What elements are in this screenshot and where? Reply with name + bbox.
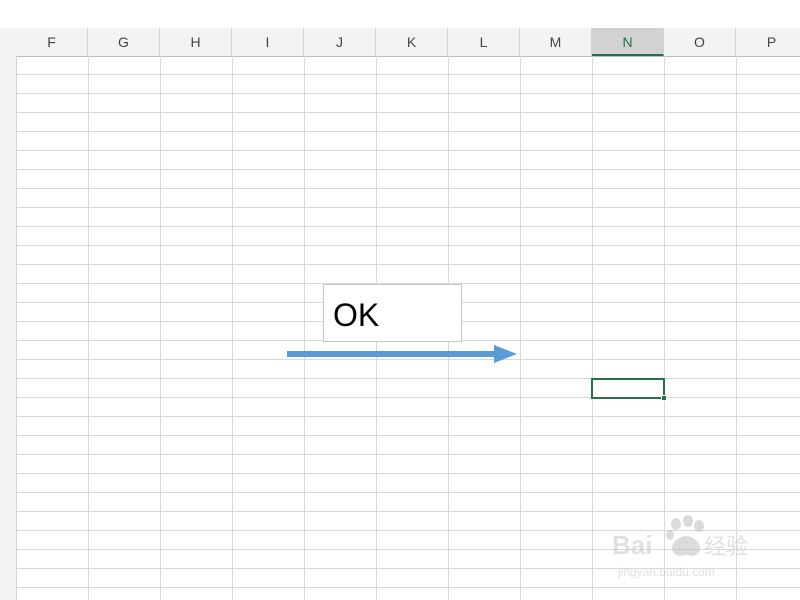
column-header-k[interactable]: K [376,28,448,56]
column-header-f[interactable]: F [16,28,88,56]
fill-handle[interactable] [661,395,667,401]
column-header-i[interactable]: I [232,28,304,56]
column-header-p[interactable]: P [736,28,800,56]
column-header-j[interactable]: J [304,28,376,56]
column-header-o[interactable]: O [664,28,736,56]
svg-text:jingyan.baidu.com: jingyan.baidu.com [617,565,715,579]
right-arrow-shape[interactable] [284,340,524,368]
ok-text-box[interactable]: OK [323,284,462,342]
column-header-g[interactable]: G [88,28,160,56]
column-header-l[interactable]: L [448,28,520,56]
column-header-m[interactable]: M [520,28,592,56]
svg-text:经验: 经验 [704,535,748,560]
svg-text:Bai: Bai [612,530,652,560]
column-header-h[interactable]: H [160,28,232,56]
column-header-n[interactable]: N [592,28,664,56]
active-cell-n[interactable] [591,378,665,399]
formula-bar-area [0,0,800,29]
baidu-jingyan-watermark-logo: Bai 经验 jingyan.baidu.com [612,515,748,579]
column-header-row: F G H I J K L M N O P [0,28,800,57]
ok-text-box-label: OK [333,297,380,333]
row-header-strip[interactable] [0,56,17,600]
